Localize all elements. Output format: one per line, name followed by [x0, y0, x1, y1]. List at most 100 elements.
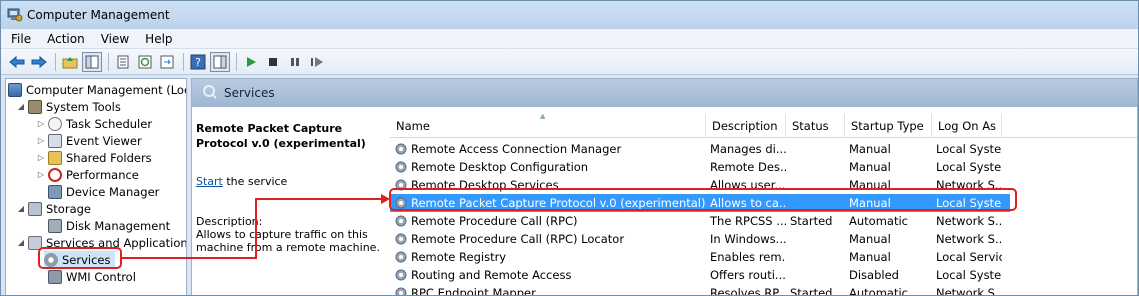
- play-icon[interactable]: [241, 52, 261, 72]
- table-row[interactable]: Remote Desktop Configuration Remote Des..…: [390, 158, 1010, 176]
- column-label: Startup Type: [851, 119, 924, 133]
- cell-logon: Network S...: [932, 178, 1002, 192]
- services-apps-icon: [28, 235, 42, 250]
- service-name: Remote Desktop Services: [411, 178, 559, 192]
- collapse-triangle-icon[interactable]: ◢: [16, 102, 26, 112]
- performance-icon: [48, 167, 62, 182]
- tree-item-shared-folders[interactable]: ▷ Shared Folders: [36, 149, 152, 166]
- menu-view[interactable]: View: [99, 31, 131, 47]
- tree-item-label: Task Scheduler: [66, 116, 153, 131]
- cell-text: Manages di...: [710, 142, 786, 156]
- description-label: Description:: [196, 215, 263, 228]
- cell-name: Remote Procedure Call (RPC): [390, 214, 706, 228]
- cell-name: RPC Endpoint Mapper: [390, 286, 706, 295]
- cell-text: Network S...: [936, 214, 1002, 228]
- table-row[interactable]: Routing and Remote Access Offers routi...…: [390, 266, 1010, 284]
- service-name: Remote Registry: [411, 250, 507, 264]
- back-arrow-icon[interactable]: [7, 52, 27, 72]
- expand-triangle-icon[interactable]: ▷: [36, 119, 46, 129]
- tree-item-event-viewer[interactable]: ▷ Event Viewer: [36, 132, 142, 149]
- computer-management-window: Computer Management File Action View Hel…: [0, 0, 1139, 296]
- description-text: Allows to capture traffic on this machin…: [196, 228, 380, 254]
- tree-item-task-scheduler[interactable]: ▷ Task Scheduler: [36, 115, 152, 132]
- refresh-icon[interactable]: [135, 52, 155, 72]
- services-gear-icon: [44, 252, 58, 267]
- table-row[interactable]: RPC Endpoint Mapper Resolves RP... Started…: [390, 284, 1010, 296]
- cell-text: Remote Des...: [710, 160, 786, 174]
- service-gear-icon: [394, 142, 408, 156]
- service-name: Remote Access Connection Manager: [411, 142, 622, 156]
- properties-icon[interactable]: [113, 52, 133, 72]
- export-list-icon[interactable]: [157, 52, 177, 72]
- tree-item-services[interactable]: Services: [44, 251, 115, 268]
- svg-text:?: ?: [195, 56, 201, 69]
- show-hide-tree-icon[interactable]: [82, 51, 102, 72]
- service-name: Remote Packet Capture Protocol v.0 (expe…: [411, 196, 706, 210]
- cell-startup: Automatic: [845, 214, 932, 228]
- column-header-status[interactable]: Status: [786, 114, 845, 138]
- table-row[interactable]: Remote Procedure Call (RPC) Locator In Wi…: [390, 230, 1010, 248]
- tree-item-disk-management[interactable]: Disk Management: [48, 217, 170, 234]
- menu-action[interactable]: Action: [45, 31, 87, 47]
- column-header-description[interactable]: Description: [706, 114, 786, 138]
- tree-item-performance[interactable]: ▷ Performance: [36, 166, 139, 183]
- service-name: Remote Desktop Configuration: [411, 160, 589, 174]
- cell-desc: Enables rem...: [706, 250, 786, 264]
- column-header-log-on-as[interactable]: Log On As: [932, 114, 1002, 138]
- column-header-name[interactable]: Name ▲: [390, 114, 706, 138]
- services-list: Name ▲ Description Status Startup Type L…: [390, 114, 1137, 296]
- window-title: Computer Management: [27, 8, 170, 22]
- cell-text: Manual: [849, 232, 891, 246]
- cell-startup: Manual: [845, 232, 932, 246]
- up-folder-icon[interactable]: [60, 52, 80, 72]
- cell-logon: Local Syste...: [932, 160, 1002, 174]
- cell-text: In Windows...: [710, 232, 786, 246]
- expand-triangle-icon[interactable]: ▷: [36, 136, 46, 146]
- help-icon[interactable]: ?: [188, 52, 208, 72]
- cell-text: Local Syste...: [936, 160, 1002, 174]
- service-description-pane: Remote Packet Capture Protocol v.0 (expe…: [192, 107, 387, 295]
- menu-file[interactable]: File: [9, 31, 33, 47]
- cell-name: Remote Desktop Configuration: [390, 160, 706, 174]
- expand-triangle-icon[interactable]: ▷: [36, 170, 46, 180]
- cell-text: Manual: [849, 178, 891, 192]
- table-row[interactable]: Remote Procedure Call (RPC) The RPCSS ...…: [390, 212, 1010, 230]
- start-service-link[interactable]: Start: [196, 175, 223, 188]
- cell-text: Local Service: [936, 250, 1002, 264]
- cell-name: Remote Desktop Services: [390, 178, 706, 192]
- tree-item-label: Services and Applications: [46, 235, 187, 250]
- collapse-triangle-icon[interactable]: ◢: [16, 238, 26, 248]
- callout-connector: [255, 198, 257, 259]
- table-row[interactable]: Remote Packet Capture Protocol v.0 (expe…: [390, 194, 1010, 212]
- forward-arrow-icon[interactable]: [29, 52, 49, 72]
- menu-help[interactable]: Help: [143, 31, 174, 47]
- cell-logon: Network S...: [932, 214, 1002, 228]
- wmi-icon: [48, 269, 62, 284]
- expand-triangle-icon[interactable]: ▷: [36, 153, 46, 163]
- cell-name: Remote Access Connection Manager: [390, 142, 706, 156]
- action-pane-icon[interactable]: [210, 51, 230, 72]
- table-row[interactable]: Remote Registry Enables rem... Manual Local…: [390, 248, 1010, 266]
- callout-connector: [122, 257, 256, 259]
- collapse-triangle-icon[interactable]: ◢: [16, 204, 26, 214]
- table-row[interactable]: Remote Desktop Services Allows user... Man…: [390, 176, 1010, 194]
- sort-ascending-icon: ▲: [540, 114, 546, 120]
- table-row[interactable]: Remote Access Connection Manager Manages …: [390, 140, 1010, 158]
- cell-startup: Manual: [845, 250, 932, 264]
- pause-icon[interactable]: [285, 52, 305, 72]
- tree-item-storage[interactable]: ◢ Storage: [16, 200, 91, 217]
- tree-item-device-manager[interactable]: Device Manager: [48, 183, 159, 200]
- cell-text: Network S...: [936, 286, 1002, 296]
- column-header-startup-type[interactable]: Startup Type: [845, 114, 932, 138]
- start-service-text: the service: [222, 175, 288, 188]
- cell-logon: Network S...: [932, 286, 1002, 296]
- cell-startup: Automatic: [845, 286, 932, 295]
- tree-item-label: Performance: [66, 167, 139, 182]
- tree-item-wmi-control[interactable]: WMI Control: [48, 268, 136, 285]
- cell-logon: Local Syste...: [932, 196, 1002, 210]
- tree-root-computer-management[interactable]: Computer Management (Local: [8, 81, 186, 98]
- tree-item-services-and-applications[interactable]: ◢ Services and Applications: [16, 234, 187, 251]
- restart-icon[interactable]: [307, 52, 327, 72]
- stop-icon[interactable]: [263, 52, 283, 72]
- tree-item-system-tools[interactable]: ◢ System Tools: [16, 98, 121, 115]
